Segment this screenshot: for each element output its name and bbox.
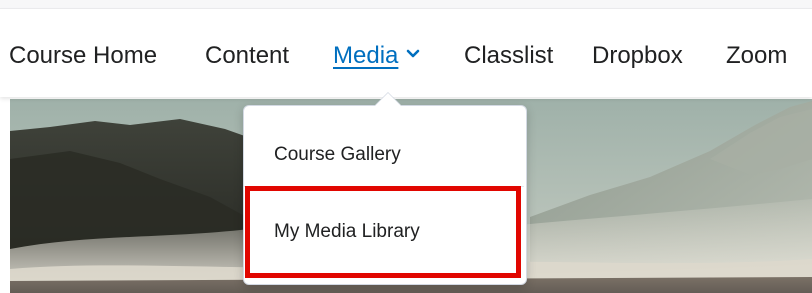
nav-item-zoom[interactable]: Zoom bbox=[726, 41, 787, 71]
menu-item-my-media-library[interactable]: My Media Library bbox=[274, 220, 420, 244]
nav-item-label: Course Home bbox=[9, 42, 158, 69]
chevron-down-icon bbox=[407, 49, 420, 57]
media-dropdown-menu bbox=[243, 105, 527, 285]
nav-item-dropbox[interactable]: Dropbox bbox=[592, 41, 683, 71]
menu-item-label: Course Gallery bbox=[274, 144, 401, 165]
nav-item-label: Dropbox bbox=[592, 42, 683, 69]
nav-item-classlist[interactable]: Classlist bbox=[464, 41, 553, 71]
nav-item-label: Zoom bbox=[726, 42, 788, 69]
top-strip bbox=[0, 0, 812, 9]
nav-item-content[interactable]: Content bbox=[205, 41, 289, 71]
nav-item-label: Content bbox=[205, 42, 290, 69]
menu-divider bbox=[244, 186, 524, 187]
menu-item-course-gallery[interactable]: Course Gallery bbox=[274, 143, 401, 167]
course-navbar: Course Home Content Media Classlist Drop… bbox=[0, 9, 812, 97]
nav-item-media[interactable]: Media bbox=[333, 41, 420, 71]
menu-item-label: My Media Library bbox=[274, 221, 420, 242]
nav-item-label: Classlist bbox=[464, 42, 554, 69]
nav-item-label: Media bbox=[333, 42, 399, 69]
page: Course Home Content Media Classlist Drop… bbox=[0, 0, 812, 293]
dropdown-caret bbox=[375, 93, 401, 106]
nav-item-course-home[interactable]: Course Home bbox=[9, 41, 157, 71]
